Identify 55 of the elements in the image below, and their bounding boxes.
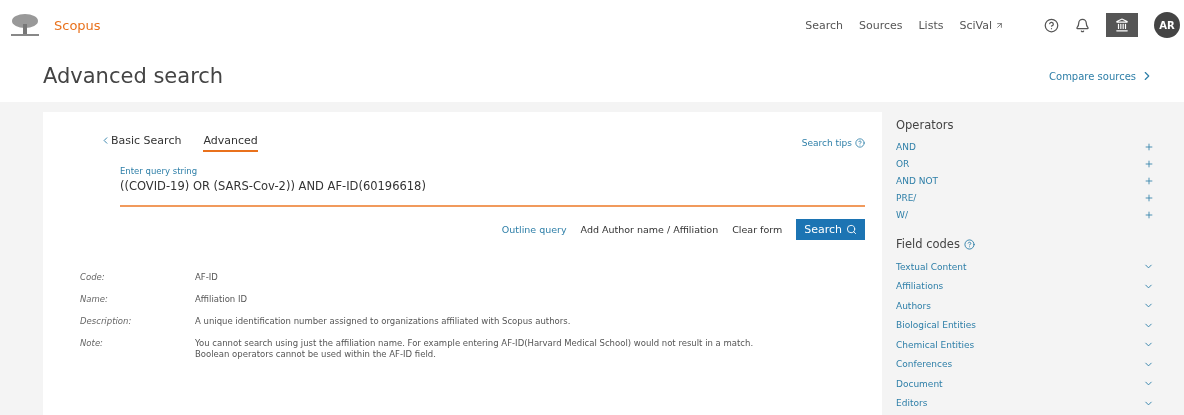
field-code-link[interactable]: Conferences	[896, 359, 953, 370]
field-codes-heading: Field codes	[896, 237, 960, 251]
query-field[interactable]: Enter query string ((COVID-19) OR (SARS-Cov-2)) AND AF-ID(60196618)	[120, 166, 865, 207]
detail-text: A unique identification number assigned to organizations affiliated with Scopus authors.	[195, 316, 572, 327]
institution-icon	[1115, 18, 1129, 32]
operator-link[interactable]: OR	[896, 158, 910, 169]
action-link[interactable]: Add Author name / Affiliation	[580, 224, 719, 235]
user-avatar[interactable]: AR	[1154, 12, 1180, 38]
search-button[interactable]: Search	[796, 219, 865, 240]
field-code-link[interactable]: Document	[896, 378, 943, 389]
search-tips-link[interactable]: Search tips	[801, 138, 865, 148]
external-link-icon	[995, 20, 1004, 30]
detail-text: You cannot search using just the affiliation name. For example entering AF-ID(Harvard Medical School) would not result in a match.	[195, 338, 755, 349]
field-code-link[interactable]: Editors	[896, 398, 928, 409]
plus-icon[interactable]	[1144, 158, 1154, 169]
operator-link[interactable]: PRE/	[896, 192, 917, 203]
field-code-link[interactable]: Authors	[896, 300, 931, 311]
detail-term: Description:	[80, 316, 133, 327]
detail-term: Note:	[80, 338, 104, 350]
outline-query-link[interactable]: Outline query	[501, 224, 567, 235]
bell-icon[interactable]	[1075, 17, 1090, 33]
detail-text: Affiliation ID	[195, 294, 248, 305]
search-tab[interactable]: Advanced	[203, 134, 258, 152]
field-code-link[interactable]: Chemical Entities	[896, 339, 975, 350]
query-text: ((COVID-19) OR (SARS-Cov-2)) AND AF-ID(60196618)	[120, 179, 427, 193]
detail-term: Name:	[80, 294, 109, 305]
field-label: Enter query string	[120, 166, 199, 176]
operator-link[interactable]: AND	[896, 141, 916, 152]
field-code-link[interactable]: Textual Content	[896, 261, 967, 272]
institution-button[interactable]	[1106, 13, 1138, 37]
compare-sources-link[interactable]: Compare sources	[1049, 69, 1154, 83]
search-icon	[846, 224, 857, 235]
operator-link[interactable]: AND NOT	[896, 175, 938, 186]
operators-heading: Operators	[896, 118, 955, 132]
nav-link[interactable]: SciVal	[959, 18, 1004, 32]
detail-term: Code:	[80, 272, 106, 283]
plus-icon[interactable]	[1144, 209, 1154, 220]
nav-link[interactable]: Sources	[858, 18, 903, 32]
nav-link[interactable]: Lists	[918, 18, 944, 32]
plus-icon[interactable]	[1144, 175, 1154, 186]
plus-icon[interactable]	[1144, 192, 1154, 203]
operator-link[interactable]: W/	[896, 209, 908, 220]
detail-text: AF-ID	[195, 272, 219, 283]
brand-name[interactable]: Scopus	[54, 17, 101, 33]
page-title: Advanced search	[43, 64, 224, 88]
detail-text: Boolean operators cannot be used within the AF-ID field.	[195, 349, 437, 360]
field-code-link[interactable]: Affiliations	[896, 281, 944, 292]
field-code-link[interactable]: Biological Entities	[896, 320, 976, 331]
nav-link[interactable]: Search	[805, 18, 843, 32]
action-link[interactable]: Clear form	[732, 224, 783, 235]
search-tab[interactable]: Basic Search	[100, 134, 182, 152]
plus-icon[interactable]	[1144, 141, 1154, 152]
help-icon	[855, 138, 865, 148]
tree-logo-icon	[10, 12, 40, 38]
help-icon[interactable]	[1044, 17, 1059, 33]
